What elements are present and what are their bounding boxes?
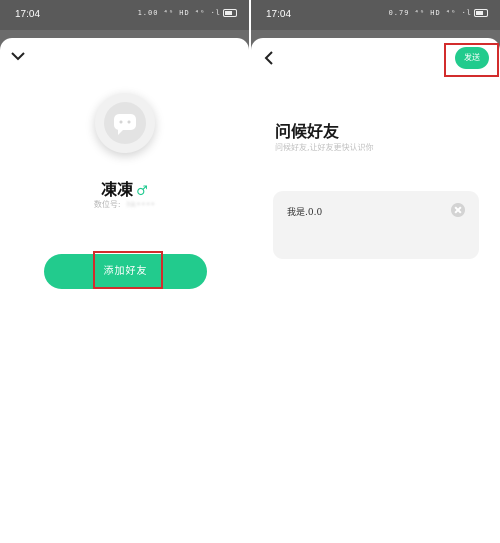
status-icons: 1.00 ⁴ᴳ HD ⁴ᴳ ·l — [138, 9, 237, 17]
profile-sheet: 凍凍 ♂ 数位号: hk•••• 添加好友 — [0, 38, 249, 543]
nickname-text: 凍凍 — [101, 180, 134, 199]
battery-icon — [223, 9, 237, 17]
user-id-value: hk•••• — [126, 200, 156, 209]
status-bar: 17:04 0.79 ⁴ᴳ HD ⁴ᴳ ·l — [251, 0, 500, 30]
user-id-label: 数位号: — [93, 200, 121, 209]
battery-icon — [474, 9, 488, 17]
highlight-box — [444, 43, 499, 77]
back-arrow-icon[interactable] — [263, 50, 275, 66]
page-subtitle: 问候好友,让好友更快认识你 — [275, 143, 374, 152]
left-screen: 17:04 1.00 ⁴ᴳ HD ⁴ᴳ ·l 凍凍 ♂ 数位号: hk•••• 添加… — [0, 0, 249, 543]
user-id: 数位号: hk•••• — [0, 199, 249, 210]
chat-bubble-icon — [114, 114, 136, 135]
avatar — [95, 93, 155, 153]
clear-icon[interactable] — [451, 203, 465, 217]
user-nickname: 凍凍 ♂ — [0, 176, 249, 200]
status-time: 17:04 — [15, 9, 41, 20]
male-icon: ♂ — [136, 184, 148, 199]
page-title: 问候好友 — [275, 122, 340, 141]
avatar-placeholder — [104, 102, 146, 144]
friend-request-sheet: 发送 问候好友 问候好友,让好友更快认识你 我是.0.0 — [251, 38, 500, 543]
greeting-input[interactable]: 我是.0.0 — [273, 191, 479, 259]
highlight-box — [93, 251, 163, 289]
status-icons: 0.79 ⁴ᴳ HD ⁴ᴳ ·l — [389, 9, 488, 17]
chevron-down-icon[interactable] — [10, 50, 26, 62]
right-screen: 17:04 0.79 ⁴ᴳ HD ⁴ᴳ ·l 发送 问候好友 问候好友,让好友更… — [251, 0, 500, 543]
greeting-input-value[interactable]: 我是.0.0 — [287, 205, 322, 218]
status-bar: 17:04 1.00 ⁴ᴳ HD ⁴ᴳ ·l — [0, 0, 249, 30]
status-time: 17:04 — [266, 9, 292, 20]
